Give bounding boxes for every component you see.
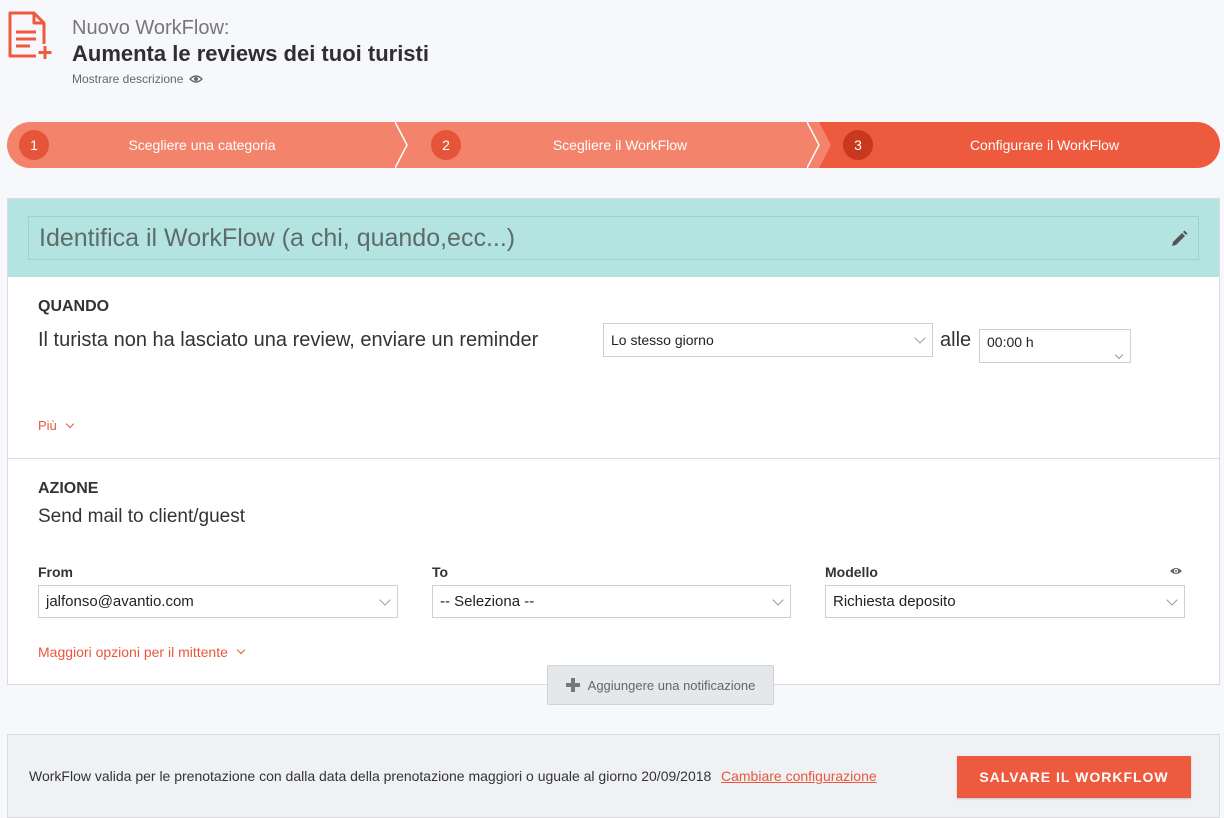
model-select[interactable]: Richiesta deposito: [825, 585, 1185, 618]
plus-icon: [565, 678, 580, 692]
footer-bar: WorkFlow valida per le prenotazione con …: [7, 734, 1220, 818]
step-choose-category[interactable]: 1 Scegliere una categoria: [7, 122, 419, 168]
eye-icon: [189, 75, 204, 83]
change-config-link[interactable]: Cambiare configurazione: [721, 768, 877, 784]
step-choose-workflow[interactable]: 2 Scegliere il WorkFlow: [407, 122, 831, 168]
chevron-down-icon: [236, 645, 246, 655]
from-select-value: jalfonso@avantio.com: [46, 593, 194, 610]
step-configure-workflow[interactable]: 3 Configurare il WorkFlow: [819, 122, 1220, 168]
trigger-sentence: Il turista non ha lasciato una review, e…: [38, 329, 539, 351]
chevron-down-icon: [379, 593, 391, 606]
add-notification-label: Aggiungere una notificazione: [587, 677, 756, 693]
sender-options-link[interactable]: Maggiori opzioni per il mittente: [38, 644, 246, 660]
action-text: Send mail to client/guest: [38, 506, 246, 527]
at-label: alle: [940, 329, 972, 351]
model-label: Modello: [825, 564, 878, 580]
to-select[interactable]: -- Seleziona --: [432, 585, 791, 618]
more-options-label: Più: [38, 418, 57, 433]
chevron-down-icon: [914, 332, 926, 344]
chevron-down-icon: [772, 593, 784, 606]
pencil-icon[interactable]: [1170, 230, 1188, 248]
time-select[interactable]: 00:00 h: [979, 329, 1131, 363]
document-add-icon: [8, 11, 54, 60]
chevron-separator-icon: [807, 122, 831, 168]
show-description-label: Mostrare descrizione: [72, 72, 184, 86]
day-select[interactable]: Lo stesso giorno: [603, 323, 933, 357]
chevron-down-icon: [1114, 350, 1124, 360]
from-label: From: [38, 564, 73, 580]
day-select-value: Lo stesso giorno: [611, 332, 714, 348]
step-label: Scegliere una categoria: [128, 137, 276, 153]
chevron-down-icon: [65, 419, 75, 428]
eye-icon[interactable]: [1169, 566, 1183, 576]
time-select-value: 00:00 h: [987, 334, 1034, 350]
workflow-config-card: QUANDO Il turista non ha lasciato una re…: [7, 198, 1220, 685]
add-notification-button[interactable]: Aggiungere una notificazione: [547, 665, 774, 705]
wizard-stepper: 1 Scegliere una categoria 2 Scegliere il…: [7, 122, 1220, 168]
chevron-down-icon: [1166, 593, 1178, 606]
more-options-link[interactable]: Più: [38, 418, 75, 433]
page-subtitle: Nuovo WorkFlow:: [72, 17, 230, 39]
from-select[interactable]: jalfonso@avantio.com: [38, 585, 398, 618]
azione-label: AZIONE: [38, 480, 99, 497]
show-description-toggle[interactable]: Mostrare descrizione: [72, 72, 204, 86]
validity-text: WorkFlow valida per le prenotazione con …: [29, 768, 712, 784]
save-workflow-button[interactable]: SALVARE IL WORKFLOW: [957, 756, 1191, 798]
model-select-value: Richiesta deposito: [833, 593, 956, 610]
quando-label: QUANDO: [38, 298, 110, 315]
page-title: Aumenta le reviews dei tuoi turisti: [72, 41, 429, 66]
section-divider: [8, 458, 1219, 459]
step-label: Configurare il WorkFlow: [969, 137, 1120, 153]
identify-bar: [8, 199, 1219, 277]
step-label: Scegliere il WorkFlow: [552, 137, 688, 153]
workflow-name-input[interactable]: [28, 216, 1199, 260]
to-label: To: [432, 564, 449, 580]
step-number: 2: [431, 130, 461, 160]
step-number: 3: [843, 130, 873, 160]
chevron-separator-icon: [395, 122, 419, 168]
step-number: 1: [19, 130, 49, 160]
sender-options-label: Maggiori opzioni per il mittente: [38, 644, 228, 660]
to-select-value: -- Seleziona --: [440, 593, 535, 610]
